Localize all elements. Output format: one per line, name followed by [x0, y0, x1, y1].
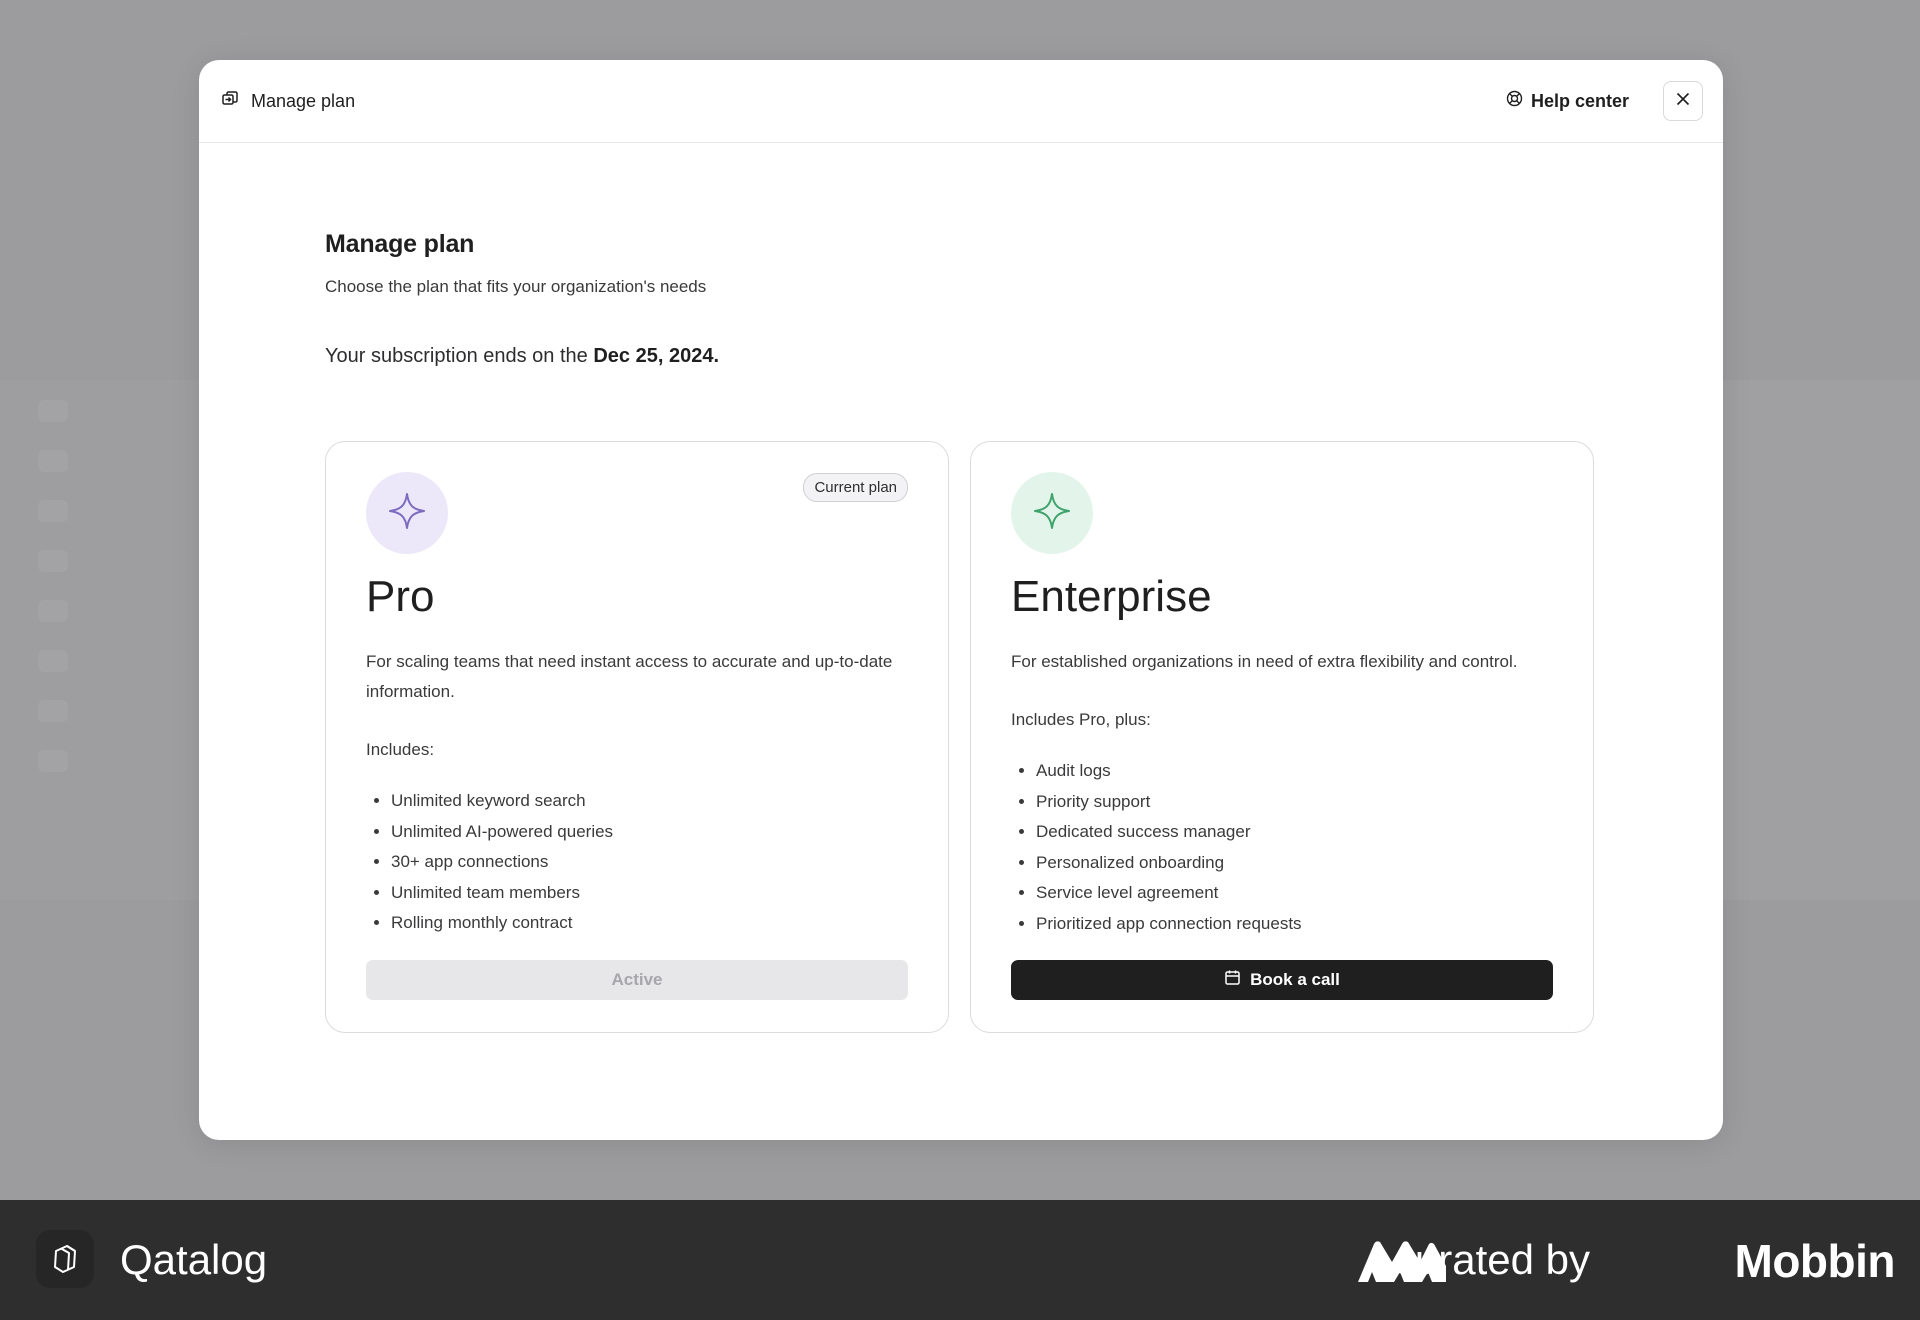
plan-name-enterprise: Enterprise [1011, 572, 1212, 621]
feature-item: Prioritized app connection requests [1036, 909, 1302, 940]
background-sidebar [30, 400, 70, 800]
plan-cards: Current plan Pro For scaling teams that … [325, 441, 1597, 1033]
includes-label-enterprise: Includes Pro, plus: [1011, 710, 1151, 729]
subscription-prefix: Your subscription ends on the [325, 345, 594, 367]
active-plan-button: Active [366, 960, 908, 1000]
feature-item: Rolling monthly contract [391, 908, 613, 939]
plan-name-pro: Pro [366, 572, 435, 621]
feature-item: 30+ app connections [391, 847, 613, 878]
calendar-icon [1224, 969, 1241, 991]
subscription-notice: Your subscription ends on the Dec 25, 20… [325, 345, 1597, 368]
feature-item: Service level agreement [1036, 878, 1302, 909]
feature-item: Unlimited team members [391, 878, 613, 909]
feature-list-enterprise: Audit logs Priority support Dedicated su… [1011, 756, 1302, 939]
feature-list-pro: Unlimited keyword search Unlimited AI-po… [366, 786, 613, 939]
modal-content: Manage plan Choose the plan that fits yo… [325, 142, 1597, 1033]
plan-card-enterprise: Enterprise For established organizations… [970, 441, 1594, 1033]
book-a-call-label: Book a call [1250, 970, 1340, 989]
plan-description-enterprise: For established organizations in need of… [1011, 652, 1518, 671]
pro-plan-icon-circle [366, 472, 448, 554]
sparkle-icon [1032, 491, 1072, 536]
manage-plan-modal: Manage plan Help center Manage plan Choo… [199, 60, 1723, 1140]
help-center-link[interactable]: Help center [1506, 90, 1629, 112]
current-plan-badge: Current plan [803, 473, 908, 502]
attribution-footer: Qatalog curated by Mobbin [0, 1200, 1920, 1320]
close-icon [1675, 91, 1691, 112]
feature-item: Dedicated success manager [1036, 817, 1302, 848]
sparkle-icon [387, 491, 427, 536]
feature-item: Unlimited keyword search [391, 786, 613, 817]
feature-item: Personalized onboarding [1036, 848, 1302, 879]
page-title: Manage plan [325, 230, 475, 258]
subscription-end-date: Dec 25, 2024. [593, 345, 719, 367]
includes-label-pro: Includes: [366, 740, 435, 759]
plan-card-pro: Current plan Pro For scaling teams that … [325, 441, 949, 1033]
qatalog-logo-icon [36, 1230, 94, 1288]
swap-card-icon [221, 90, 239, 113]
enterprise-plan-icon-circle [1011, 472, 1093, 554]
modal-header: Manage plan Help center [199, 60, 1723, 143]
mobbin-logo-icon [1358, 1240, 1446, 1287]
modal-header-actions: Help center [1506, 60, 1703, 142]
help-center-label: Help center [1530, 90, 1629, 111]
plan-description-pro: For scaling teams that need instant acce… [366, 652, 893, 701]
mobbin-brand-name: Mobbin [1734, 1235, 1896, 1287]
qatalog-brand-name: Qatalog [120, 1236, 268, 1283]
page-subtitle: Choose the plan that fits your organizat… [325, 277, 707, 296]
feature-item: Audit logs [1036, 756, 1302, 787]
modal-header-title: Manage plan [251, 90, 356, 111]
feature-item: Priority support [1036, 787, 1302, 818]
feature-item: Unlimited AI-powered queries [391, 817, 613, 848]
lifebuoy-icon [1506, 90, 1523, 112]
close-button[interactable] [1663, 81, 1703, 121]
modal-header-title-group: Manage plan [221, 60, 355, 142]
book-a-call-button[interactable]: Book a call [1011, 960, 1553, 1000]
active-plan-label: Active [611, 970, 663, 989]
